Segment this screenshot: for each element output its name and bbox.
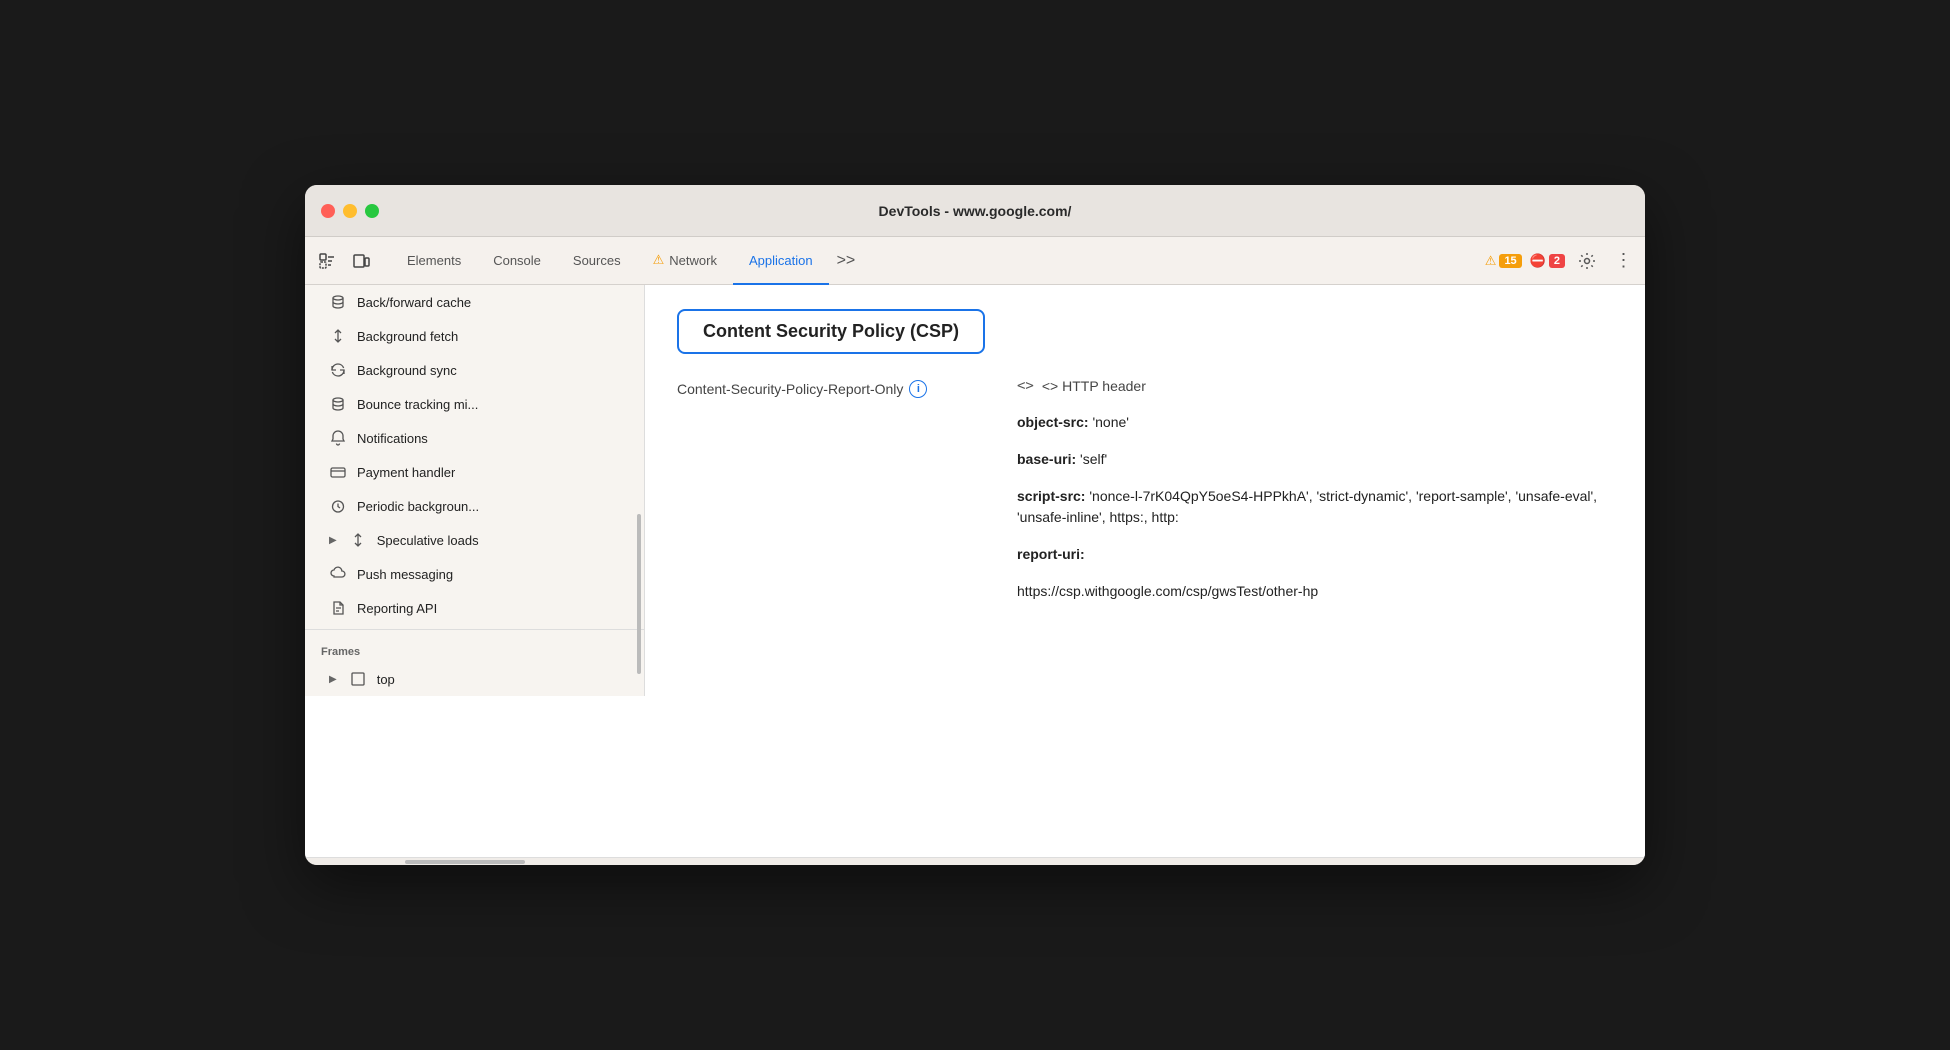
sidebar-item-notifications[interactable]: Notifications [305, 421, 644, 455]
sidebar-label-frames-top: top [377, 672, 395, 687]
tab-sources[interactable]: Sources [557, 237, 637, 285]
error-badge[interactable]: ⛔ 2 [1530, 253, 1565, 269]
sidebar-item-back-forward-cache[interactable]: Back/forward cache [305, 285, 644, 319]
close-button[interactable] [321, 204, 335, 218]
database2-icon [329, 395, 347, 413]
cloud-icon [329, 565, 347, 583]
sidebar-label-background-fetch: Background fetch [357, 329, 458, 344]
sidebar-divider [305, 629, 644, 630]
sidebar-item-periodic-background[interactable]: Periodic backgroun... [305, 489, 644, 523]
csp-entry-report-uri-value: https://csp.withgoogle.com/csp/gwsTest/o… [1017, 581, 1613, 602]
csp-entry-base-uri: base-uri: 'self' [1017, 449, 1613, 470]
csp-row: Content-Security-Policy-Report-Only i <>… [677, 378, 1613, 618]
error-icon: ⛔ [1530, 253, 1546, 269]
warning-badge[interactable]: ⚠ 15 [1485, 253, 1522, 269]
tab-elements[interactable]: Elements [391, 237, 477, 285]
traffic-lights [321, 204, 379, 218]
frames-section-header: Frames [305, 634, 644, 662]
arrow-updown-icon [329, 327, 347, 345]
sidebar-label-push-messaging: Push messaging [357, 567, 453, 582]
bottom-scrollbar [305, 857, 1645, 865]
csp-entry-object-src: object-src: 'none' [1017, 412, 1613, 433]
csp-value-section: <> <> HTTP header object-src: 'none' bas… [1017, 378, 1613, 618]
window-title: DevTools - www.google.com/ [879, 203, 1072, 219]
clock-icon [329, 497, 347, 515]
frame-icon [349, 670, 367, 688]
sync-icon [329, 361, 347, 379]
sidebar-item-payment-handler[interactable]: Payment handler [305, 455, 644, 489]
csp-title-box: Content Security Policy (CSP) [677, 309, 985, 354]
info-icon[interactable]: i [909, 380, 927, 398]
sidebar: Back/forward cache Background fetch [305, 285, 645, 857]
sidebar-item-speculative-loads[interactable]: ▶ Speculative loads [305, 523, 644, 557]
bottom-scrollbar-thumb[interactable] [405, 860, 525, 864]
http-header-line: <> <> HTTP header [1017, 378, 1613, 394]
tab-bar: Elements Console Sources ⚠ Network Appli… [305, 237, 1645, 285]
warning-icon: ⚠ [1485, 253, 1497, 269]
sidebar-label-bounce-tracking: Bounce tracking mi... [357, 397, 478, 412]
sidebar-item-bounce-tracking[interactable]: Bounce tracking mi... [305, 387, 644, 421]
minimize-button[interactable] [343, 204, 357, 218]
csp-title: Content Security Policy (CSP) [703, 321, 959, 341]
main-content: Back/forward cache Background fetch [305, 285, 1645, 857]
file-icon [329, 599, 347, 617]
settings-button[interactable] [1573, 247, 1601, 275]
sidebar-label-back-forward-cache: Back/forward cache [357, 295, 471, 310]
error-count: 2 [1549, 254, 1565, 268]
maximize-button[interactable] [365, 204, 379, 218]
network-warning-icon: ⚠ [653, 252, 665, 268]
tab-network[interactable]: ⚠ Network [637, 237, 733, 285]
csp-policy-name: Content-Security-Policy-Report-Only i [677, 378, 1017, 398]
sidebar-label-periodic-background: Periodic backgroun... [357, 499, 479, 514]
sidebar-item-background-sync[interactable]: Background sync [305, 353, 644, 387]
toolbar-right: ⚠ 15 ⛔ 2 ⋮ [1485, 237, 1637, 284]
sidebar-item-frames-top[interactable]: ▶ top [305, 662, 644, 696]
sidebar-label-background-sync: Background sync [357, 363, 457, 378]
sidebar-item-push-messaging[interactable]: Push messaging [305, 557, 644, 591]
sidebar-label-notifications: Notifications [357, 431, 428, 446]
toolbar-icons [313, 237, 375, 284]
bell-icon [329, 429, 347, 447]
speculative-icon [349, 531, 367, 549]
csp-entry-script-src: script-src: 'nonce-l-7rK04QpY5oeS4-HPPkh… [1017, 486, 1613, 528]
sidebar-scroll[interactable]: Back/forward cache Background fetch [305, 285, 645, 696]
sidebar-label-speculative-loads: Speculative loads [377, 533, 479, 548]
sidebar-label-reporting-api: Reporting API [357, 601, 437, 616]
tab-application[interactable]: Application [733, 237, 829, 285]
warning-count: 15 [1499, 254, 1521, 268]
sidebar-item-background-fetch[interactable]: Background fetch [305, 319, 644, 353]
content-panel: Content Security Policy (CSP) Content-Se… [645, 285, 1645, 857]
sidebar-label-payment-handler: Payment handler [357, 465, 455, 480]
database-icon [329, 293, 347, 311]
devtools-window: DevTools - www.google.com/ Elements [305, 185, 1645, 865]
more-options-button[interactable]: ⋮ [1609, 247, 1637, 275]
csp-entry-report-uri: report-uri: [1017, 544, 1613, 565]
code-arrow-icon: <> [1017, 378, 1034, 394]
more-tabs-button[interactable]: >> [829, 237, 864, 284]
tab-console[interactable]: Console [477, 237, 557, 285]
card-icon [329, 463, 347, 481]
title-bar: DevTools - www.google.com/ [305, 185, 1645, 237]
sidebar-item-reporting-api[interactable]: Reporting API [305, 591, 644, 625]
device-toolbar-icon[interactable] [347, 247, 375, 275]
expand-arrow-icon: ▶ [329, 535, 337, 546]
frames-expand-icon: ▶ [329, 674, 337, 685]
inspect-element-icon[interactable] [313, 247, 341, 275]
